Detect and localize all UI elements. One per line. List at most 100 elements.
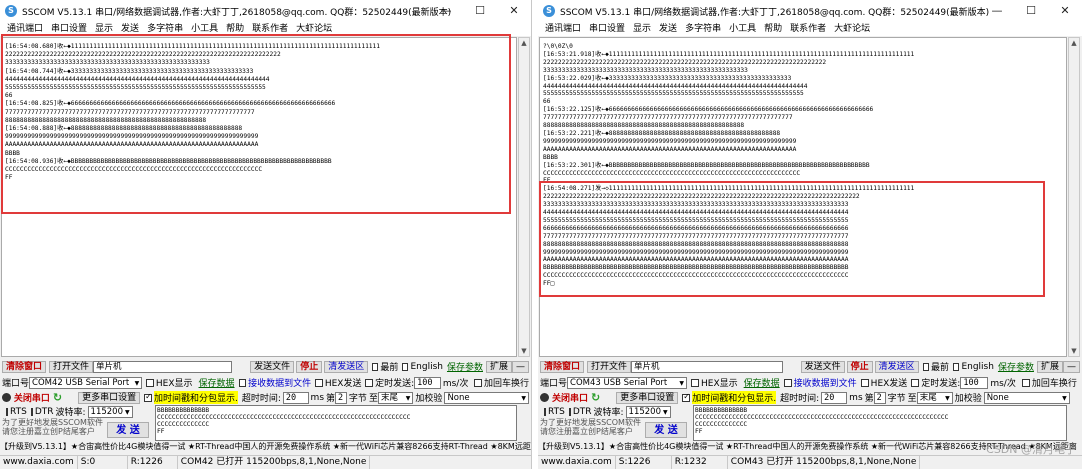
checksum-select[interactable]: None ▼ <box>983 391 1070 404</box>
timestamp-checkbox[interactable] <box>682 392 691 402</box>
send-file-button[interactable]: 发送文件 <box>250 360 295 373</box>
timeout-input[interactable]: 20 <box>282 391 309 404</box>
scroll-up-icon[interactable]: ▲ <box>519 38 529 48</box>
stop-button[interactable]: 停止 <box>846 360 873 373</box>
save-data-link[interactable]: 保存数据 <box>199 376 235 389</box>
minimize-icon[interactable]: — <box>429 0 463 22</box>
english-label: English <box>961 361 994 372</box>
clear-window-button[interactable]: 清除窗口 <box>540 360 585 373</box>
open-file-button[interactable]: 打开文件 <box>49 360 94 373</box>
scroll-up-icon[interactable]: ▲ <box>1069 38 1079 48</box>
port-select[interactable]: COM43 USB Serial Port ▼ <box>567 376 688 389</box>
menu-item-serial-settings[interactable]: 串口设置 <box>585 22 629 36</box>
recv-to-file-label[interactable]: 接收数据到文件 <box>248 376 311 389</box>
receive-scrollbar[interactable]: ▲ ▼ <box>518 37 530 357</box>
file-path-field[interactable]: 单片机 <box>93 360 233 373</box>
hex-send-checkbox[interactable] <box>315 378 323 387</box>
menu-item-send[interactable]: 发送 <box>655 22 681 36</box>
timestamp-checkbox[interactable] <box>144 392 152 402</box>
close-icon[interactable]: ✕ <box>497 0 531 22</box>
recv-to-file-checkbox[interactable] <box>783 378 792 387</box>
rts-checkbox[interactable] <box>6 407 8 416</box>
add-crlf-checkbox[interactable] <box>474 378 482 387</box>
timeout-input[interactable]: 20 <box>821 391 848 404</box>
to-select[interactable]: 末尾 ▼ <box>916 391 953 404</box>
menu-item-contact[interactable]: 联系作者 <box>786 22 830 36</box>
hex-display-label: HEX显示 <box>701 379 738 389</box>
baud-select[interactable]: 115200 ▼ <box>87 405 133 418</box>
recv-to-file-checkbox[interactable] <box>238 378 247 387</box>
save-data-link[interactable]: 保存数据 <box>744 376 780 389</box>
menu-item-multi-string[interactable]: 多字符串 <box>681 22 725 36</box>
dtr-checkbox[interactable] <box>30 407 33 416</box>
timed-send-checkbox[interactable] <box>365 378 374 387</box>
clear-window-button[interactable]: 清除窗口 <box>2 360 47 373</box>
scroll-down-icon[interactable]: ▼ <box>1069 346 1079 356</box>
hex-send-checkbox[interactable] <box>860 378 869 387</box>
collapse-button[interactable]: — <box>512 360 530 373</box>
topmost-checkbox[interactable] <box>922 362 930 371</box>
close-port-button[interactable]: 关闭串口 <box>14 391 50 404</box>
checksum-select[interactable]: None ▼ <box>444 391 529 404</box>
collapse-button[interactable]: — <box>1062 360 1080 373</box>
expand-button[interactable]: 扩展 <box>1036 360 1063 373</box>
menu-item-help[interactable]: 帮助 <box>760 22 786 36</box>
recv-to-file-label[interactable]: 接收数据到文件 <box>794 376 857 389</box>
baud-select[interactable]: 115200 ▼ <box>625 405 671 418</box>
timed-interval-input[interactable]: 100 <box>414 376 441 389</box>
save-params-link[interactable]: 保存参数 <box>447 360 483 373</box>
title-bar[interactable]: S SSCOM V5.13.1 串口/网络数据调试器,作者:大虾丁丁,26180… <box>0 0 531 22</box>
stop-button[interactable]: 停止 <box>296 360 323 373</box>
byte-no-input[interactable]: 2 <box>873 391 886 404</box>
send-button[interactable]: 发 送 <box>107 422 149 438</box>
more-port-settings-button[interactable]: 更多串口设置 <box>616 391 679 404</box>
menu-item-forum[interactable]: 大虾论坛 <box>830 22 874 36</box>
maximize-icon[interactable]: ☐ <box>1014 0 1048 22</box>
refresh-icon[interactable]: ↻ <box>53 391 62 404</box>
clear-send-button[interactable]: 清发送区 <box>324 360 369 373</box>
byte-no-input[interactable]: 2 <box>335 391 347 404</box>
title-bar[interactable]: S SSCOM V5.13.1 串口/网络数据调试器,作者:大虾丁丁,26180… <box>538 0 1082 22</box>
add-crlf-label: 加回车换行 <box>483 379 529 389</box>
save-params-link[interactable]: 保存参数 <box>998 360 1034 373</box>
more-port-settings-button[interactable]: 更多串口设置 <box>78 391 141 404</box>
close-port-button[interactable]: 关闭串口 <box>552 391 588 404</box>
close-icon[interactable]: ✕ <box>1048 0 1082 22</box>
english-checkbox[interactable] <box>402 362 409 371</box>
send-input[interactable]: BBBBBBBBBBBBBB CCCCCCCCCCCCCCCCCCCCCCCCC… <box>155 405 517 441</box>
hex-display-checkbox[interactable] <box>691 378 700 387</box>
maximize-icon[interactable]: ☐ <box>463 0 497 22</box>
timed-send-checkbox[interactable] <box>911 378 920 387</box>
to-select[interactable]: 末尾 ▼ <box>377 391 414 404</box>
menu-item-display[interactable]: 显示 <box>629 22 655 36</box>
status-site[interactable]: www.daxia.com <box>0 456 78 469</box>
status-bar: www.daxia.com S:0 R:1226 COM42 已打开 11520… <box>0 455 531 469</box>
receive-scrollbar[interactable]: ▲ ▼ <box>1068 37 1080 357</box>
menu-item-port[interactable]: 通讯端口 <box>541 22 585 36</box>
receive-line: AAAAAAAAAAAAAAAAAAAAAAAAAAAAAAAAAAAAAAAA… <box>543 145 797 153</box>
receive-line: [16:53:21.918]收←◆11111111111111111111111… <box>543 50 915 58</box>
timed-interval-input[interactable]: 100 <box>960 376 989 389</box>
send-file-button[interactable]: 发送文件 <box>800 360 845 373</box>
port-select[interactable]: COM42 USB Serial Port ▼ <box>29 376 143 389</box>
english-checkbox[interactable] <box>953 362 960 371</box>
send-button[interactable]: 发 送 <box>645 422 687 438</box>
menu-item-tools[interactable]: 小工具 <box>725 22 760 36</box>
minimize-icon[interactable]: — <box>980 0 1014 22</box>
file-path-field[interactable]: 单片机 <box>631 360 783 373</box>
rts-checkbox[interactable] <box>544 407 546 416</box>
expand-button[interactable]: 扩展 <box>486 360 513 373</box>
refresh-icon[interactable]: ↻ <box>591 391 600 404</box>
hex-display-checkbox[interactable] <box>146 378 154 387</box>
open-file-button[interactable]: 打开文件 <box>587 360 632 373</box>
watermark: CSDN @清月电子 <box>986 443 1076 456</box>
hex-display-label: HEX显示 <box>155 379 193 389</box>
add-crlf-checkbox[interactable] <box>1021 378 1030 387</box>
topmost-checkbox[interactable] <box>372 362 379 371</box>
scroll-down-icon[interactable]: ▼ <box>519 346 529 356</box>
promo-ticker[interactable]: 【升级到V5.13.1】★合宙高性价比4G模块值得一试 ★RT-Thread中国… <box>0 441 531 453</box>
send-input[interactable]: BBBBBBBBBBBBBB CCCCCCCCCCCCCCCCCCCCCCCCC… <box>693 405 1067 441</box>
dtr-checkbox[interactable] <box>568 407 571 416</box>
clear-send-button[interactable]: 清发送区 <box>874 360 919 373</box>
status-site[interactable]: www.daxia.com <box>538 456 616 469</box>
